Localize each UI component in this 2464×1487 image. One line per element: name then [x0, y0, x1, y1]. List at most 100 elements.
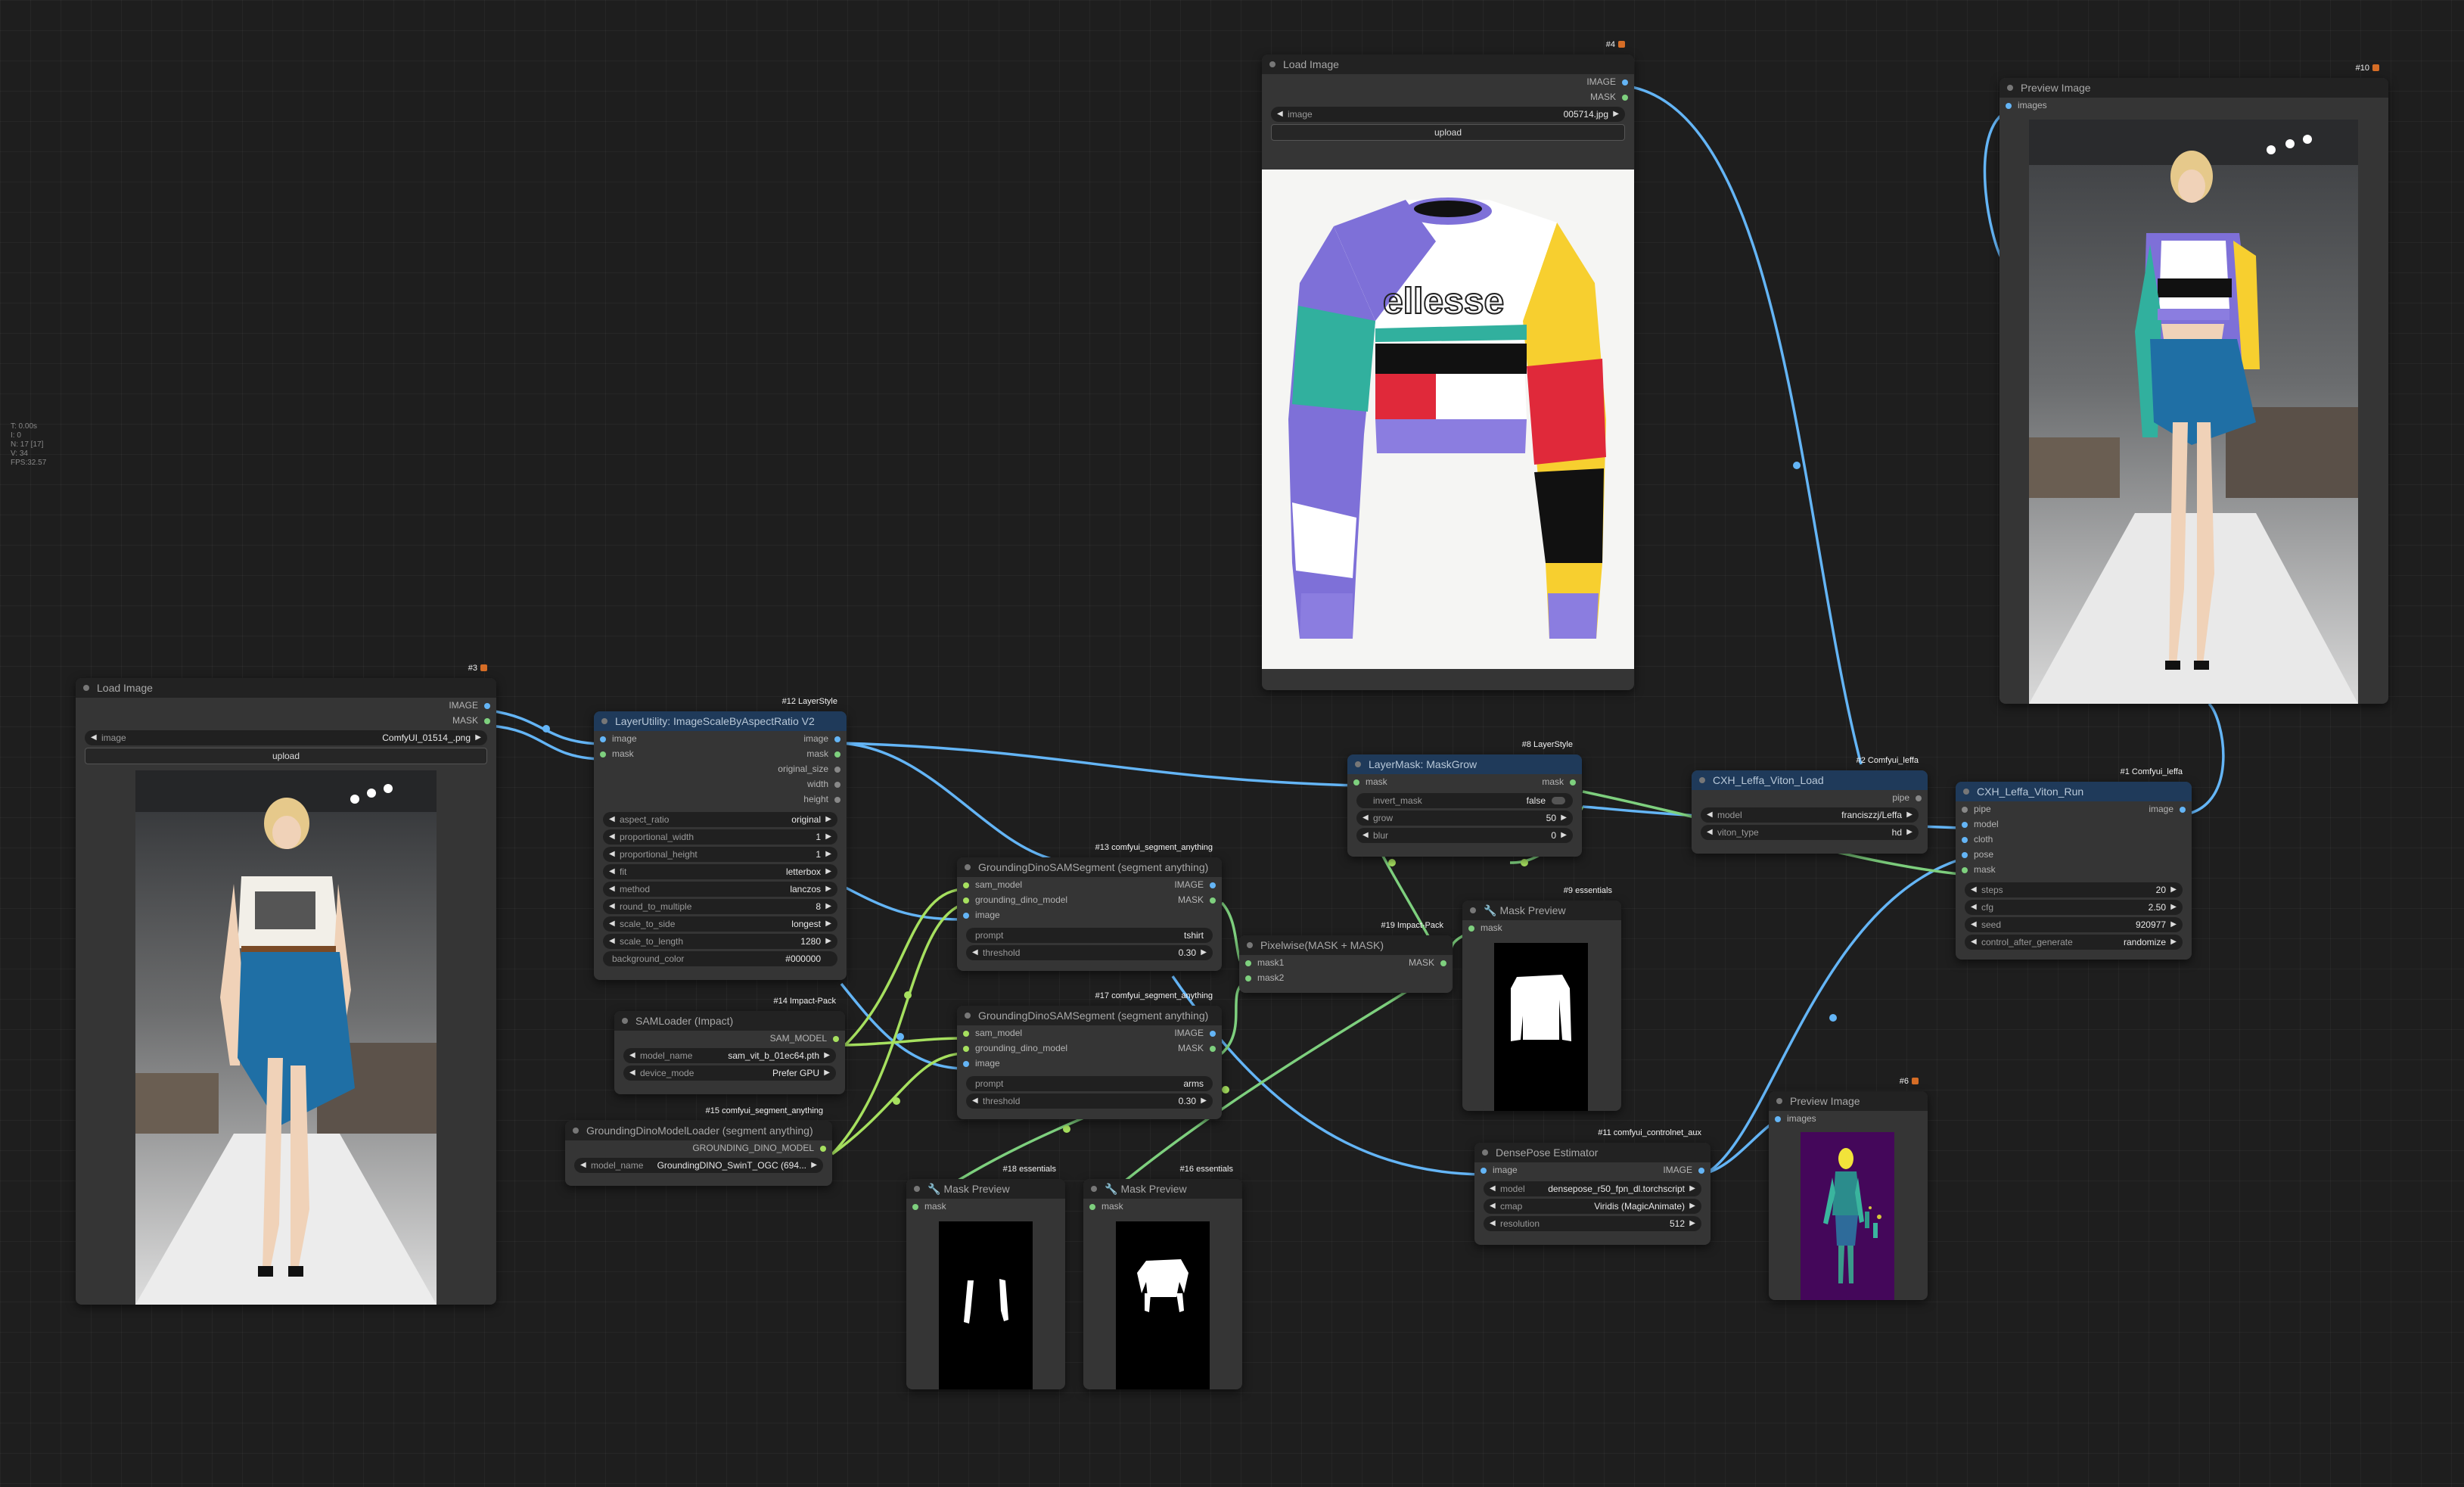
output-mask[interactable]: MASK: [1262, 89, 1634, 104]
port-dot-icon[interactable]: [1622, 79, 1628, 86]
port-dot-icon[interactable]: [1570, 779, 1576, 785]
input-images[interactable]: images: [1769, 1111, 1928, 1126]
port-dot-icon[interactable]: [1353, 779, 1359, 785]
port-dot-icon[interactable]: [963, 1061, 969, 1067]
input-grounding-dino-model[interactable]: grounding_dino_model: [957, 1041, 1129, 1056]
node-title[interactable]: GroundingDinoSAMSegment (segment anythin…: [957, 857, 1222, 877]
output-mask[interactable]: mask: [720, 746, 847, 761]
port-dot-icon[interactable]: [834, 751, 840, 757]
node-title[interactable]: 🔧 Mask Preview: [1462, 901, 1621, 920]
input-image[interactable]: image: [1474, 1162, 1592, 1177]
node-preview-image-densepose[interactable]: #6 Preview Image images: [1769, 1077, 1928, 1300]
output-mask[interactable]: MASK: [76, 713, 496, 728]
output-mask[interactable]: MASK: [1129, 892, 1223, 907]
prompt-input[interactable]: prompt arms: [966, 1076, 1213, 1091]
port-dot-icon[interactable]: [1775, 1116, 1781, 1122]
widget-fit[interactable]: ◀ fit letterbox ▶: [603, 864, 837, 879]
node-densepose-estimator[interactable]: #11 comfyui_controlnet_aux DensePose Est…: [1474, 1128, 1711, 1245]
widget-model[interactable]: ◀ model densepose_r50_fpn_dl.torchscript ▶: [1484, 1181, 1701, 1196]
port-dot-icon[interactable]: [834, 767, 840, 773]
node-title[interactable]: GroundingDinoModelLoader (segment anythi…: [565, 1121, 832, 1140]
node-grounding-dino-sam-segment-tshirt[interactable]: #13 comfyui_segment_anything GroundingDi…: [957, 843, 1223, 971]
input-mask[interactable]: mask: [1347, 774, 1465, 789]
node-mask-preview-9[interactable]: #9 essentials 🔧 Mask Preview mask: [1462, 886, 1621, 1111]
output-height[interactable]: height: [720, 792, 847, 807]
widget-proportional-width[interactable]: ◀ proportional_width 1 ▶: [603, 829, 837, 845]
widget-viton-type[interactable]: ◀ viton_type hd ▶: [1701, 825, 1919, 840]
upload-button[interactable]: upload: [85, 748, 487, 764]
widget-control-after-generate[interactable]: ◀ control_after_generate randomize ▶: [1965, 935, 2183, 950]
port-dot-icon[interactable]: [1622, 95, 1628, 101]
port-dot-icon[interactable]: [600, 736, 606, 742]
port-dot-icon[interactable]: [1210, 897, 1216, 904]
port-dot-icon[interactable]: [1245, 960, 1251, 966]
node-mask-preview-18[interactable]: #18 essentials 🔧 Mask Preview mask: [906, 1165, 1065, 1389]
node-title[interactable]: 🔧 Mask Preview: [1083, 1179, 1242, 1199]
node-title[interactable]: Load Image: [1262, 54, 1634, 74]
upload-button[interactable]: upload: [1271, 124, 1625, 141]
widget-steps[interactable]: ◀ steps 20 ▶: [1965, 882, 2183, 897]
prompt-input[interactable]: prompt tshirt: [966, 928, 1213, 943]
node-title[interactable]: LayerUtility: ImageScaleByAspectRatio V2: [594, 711, 847, 731]
port-dot-icon[interactable]: [1245, 975, 1251, 981]
output-image[interactable]: image: [2074, 801, 2192, 817]
output-pipe[interactable]: pipe: [1692, 790, 1928, 805]
image-selector[interactable]: ◀ image 005714.jpg ▶: [1271, 107, 1625, 122]
widget-cfg[interactable]: ◀ cfg 2.50 ▶: [1965, 900, 2183, 915]
port-dot-icon[interactable]: [963, 1046, 969, 1052]
port-dot-icon[interactable]: [1440, 960, 1446, 966]
port-dot-icon[interactable]: [1468, 925, 1474, 932]
output-original-size[interactable]: original_size: [720, 761, 847, 776]
widget-scale-to-side[interactable]: ◀ scale_to_side longest ▶: [603, 916, 837, 932]
node-grounding-dino-model-loader[interactable]: #15 comfyui_segment_anything GroundingDi…: [565, 1106, 832, 1186]
node-title[interactable]: Preview Image: [1999, 78, 2388, 98]
node-mask-grow[interactable]: #8 LayerStyle LayerMask: MaskGrow mask m…: [1347, 740, 1582, 857]
port-dot-icon[interactable]: [1962, 867, 1968, 873]
port-dot-icon[interactable]: [1210, 882, 1216, 888]
port-dot-icon[interactable]: [2180, 807, 2186, 813]
port-dot-icon[interactable]: [1962, 822, 1968, 828]
input-mask1[interactable]: mask1: [1239, 955, 1346, 970]
port-dot-icon[interactable]: [1962, 807, 1968, 813]
output-image[interactable]: IMAGE: [1592, 1162, 1711, 1177]
widget-blur[interactable]: ◀ blur 0 ▶: [1356, 828, 1573, 843]
port-dot-icon[interactable]: [963, 913, 969, 919]
input-model[interactable]: model: [1956, 817, 2074, 832]
widget-model[interactable]: ◀ model franciszzj/Leffa ▶: [1701, 807, 1919, 823]
port-dot-icon[interactable]: [484, 703, 490, 709]
input-images[interactable]: images: [1999, 98, 2388, 113]
widget-grow[interactable]: ◀ grow 50 ▶: [1356, 810, 1573, 826]
widget-seed[interactable]: ◀ seed 920977 ▶: [1965, 917, 2183, 932]
widget-round-to-multiple[interactable]: ◀ round_to_multiple 8 ▶: [603, 899, 837, 914]
node-title[interactable]: 🔧 Mask Preview: [906, 1179, 1065, 1199]
port-dot-icon[interactable]: [1210, 1031, 1216, 1037]
input-mask[interactable]: mask: [906, 1199, 1065, 1214]
node-leffa-viton-load[interactable]: #2 Comfyui_leffa CXH_Leffa_Viton_Load pi…: [1692, 756, 1928, 854]
port-dot-icon[interactable]: [834, 736, 840, 742]
port-dot-icon[interactable]: [1962, 852, 1968, 858]
widget-background-color[interactable]: background_color #000000: [603, 951, 837, 966]
threshold-slider[interactable]: ◀ threshold 0.30 ▶: [966, 1093, 1213, 1109]
node-title[interactable]: Preview Image: [1769, 1091, 1928, 1111]
port-dot-icon[interactable]: [600, 751, 606, 757]
port-dot-icon[interactable]: [963, 897, 969, 904]
widget-method[interactable]: ◀ method lanczos ▶: [603, 882, 837, 897]
input-image[interactable]: image: [957, 1056, 1129, 1071]
port-dot-icon[interactable]: [963, 1031, 969, 1037]
port-dot-icon[interactable]: [833, 1036, 839, 1042]
image-selector[interactable]: ◀ image ComfyUI_01514_.png ▶: [85, 730, 487, 745]
input-mask[interactable]: mask: [1956, 862, 2074, 877]
widget-cmap[interactable]: ◀ cmap Viridis (MagicAnimate) ▶: [1484, 1199, 1701, 1214]
node-load-image-person[interactable]: #3 Load Image IMAGE MASK ◀ image ComfyUI_0…: [76, 664, 496, 1305]
input-sam-model[interactable]: sam_model: [957, 877, 1129, 892]
widget-scale-to-length[interactable]: ◀ scale_to_length 1280 ▶: [603, 934, 837, 949]
input-mask2[interactable]: mask2: [1239, 970, 1346, 985]
node-preview-image-result[interactable]: #10 Preview Image images: [1999, 64, 2388, 704]
node-title[interactable]: GroundingDinoSAMSegment (segment anythin…: [957, 1006, 1222, 1025]
port-dot-icon[interactable]: [1916, 795, 1922, 801]
input-mask[interactable]: mask: [594, 746, 720, 761]
port-dot-icon[interactable]: [834, 797, 840, 803]
output-mask[interactable]: MASK: [1129, 1041, 1223, 1056]
widget-model-name[interactable]: ◀ model_name sam_vit_b_01ec64.pth ▶: [623, 1048, 836, 1063]
input-grounding-dino-model[interactable]: grounding_dino_model: [957, 892, 1129, 907]
